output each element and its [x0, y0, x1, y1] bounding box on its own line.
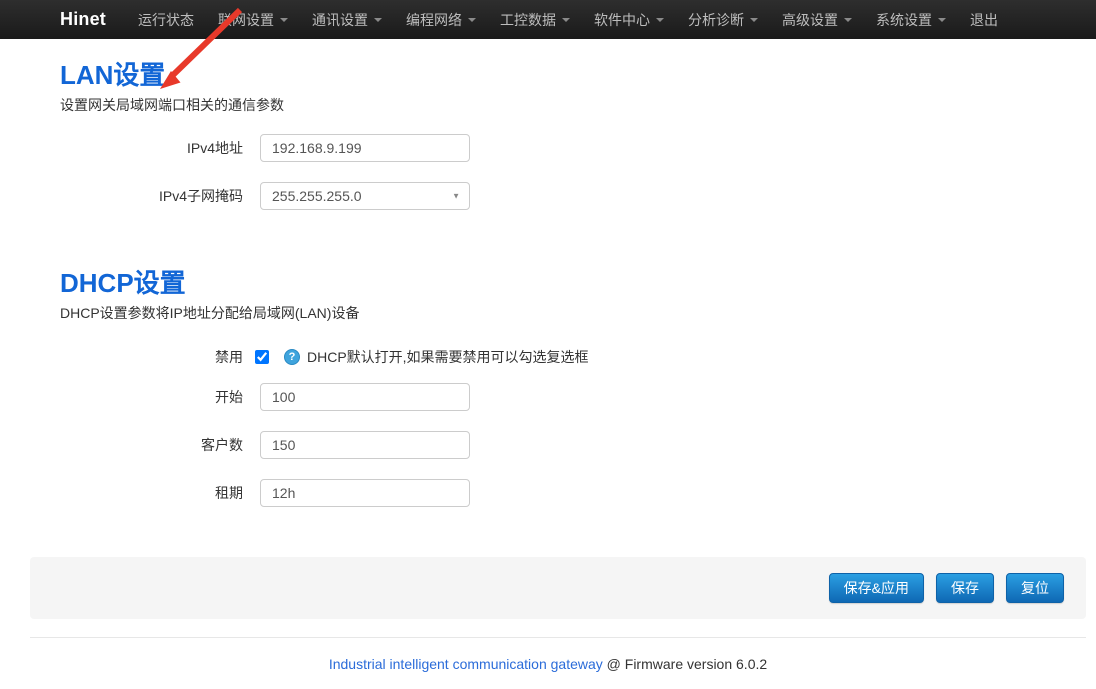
dhcp-help-text: DHCP默认打开,如果需要禁用可以勾选复选框 [307, 347, 589, 367]
dhcp-start-label: 开始 [60, 387, 243, 407]
chevron-down-icon [750, 18, 758, 22]
dhcp-disable-row: 禁用 ? DHCP默认打开,如果需要禁用可以勾选复选框 [60, 347, 1096, 367]
dhcp-limit-row: 客户数 [60, 431, 1096, 459]
nav-item-logout[interactable]: 退出 [958, 0, 1010, 39]
nav-item-label: 系统设置 [876, 10, 932, 30]
nav-item-label: 高级设置 [782, 10, 838, 30]
nav-item-label: 运行状态 [138, 10, 194, 30]
lan-section-title: LAN设置 [60, 62, 1096, 88]
nav-item-label: 退出 [970, 10, 998, 30]
chevron-down-icon [844, 18, 852, 22]
save-button[interactable]: 保存 [936, 573, 994, 603]
dhcp-start-input[interactable] [260, 383, 470, 411]
nav-item-system-settings[interactable]: 系统设置 [864, 0, 958, 39]
main-content: LAN设置 设置网关局域网端口相关的通信参数 IPv4地址 IPv4子网掩码 2… [0, 62, 1096, 507]
footer-gateway-link[interactable]: Industrial intelligent communication gat… [329, 656, 603, 672]
help-icon[interactable]: ? [284, 349, 300, 365]
footer-divider [30, 637, 1086, 638]
chevron-down-icon [280, 18, 288, 22]
ipv4-netmask-row: IPv4子网掩码 255.255.255.0 ▼ [60, 182, 1096, 210]
ipv4-address-label: IPv4地址 [60, 138, 243, 158]
dhcp-lease-input[interactable] [260, 479, 470, 507]
chevron-down-icon [938, 18, 946, 22]
nav-item-diagnostics[interactable]: 分析诊断 [676, 0, 770, 39]
nav-item-label: 通讯设置 [312, 10, 368, 30]
dhcp-lease-label: 租期 [60, 483, 243, 503]
footer: Industrial intelligent communication gat… [0, 656, 1096, 672]
dhcp-limit-input[interactable] [260, 431, 470, 459]
nav-item-run-status[interactable]: 运行状态 [126, 0, 206, 39]
dhcp-disable-label: 禁用 [60, 347, 243, 367]
ipv4-address-row: IPv4地址 [60, 134, 1096, 162]
ipv4-address-input[interactable] [260, 134, 470, 162]
ipv4-netmask-label: IPv4子网掩码 [60, 186, 243, 206]
dhcp-limit-label: 客户数 [60, 435, 243, 455]
nav-item-label: 工控数据 [500, 10, 556, 30]
nav-item-programming-network[interactable]: 编程网络 [394, 0, 488, 39]
nav-item-comm-settings[interactable]: 通讯设置 [300, 0, 394, 39]
ipv4-netmask-select[interactable]: 255.255.255.0 ▼ [260, 182, 470, 210]
footer-firmware-text: @ Firmware version 6.0.2 [603, 656, 767, 672]
dhcp-section-subtitle: DHCP设置参数将IP地址分配给局域网(LAN)设备 [60, 303, 1096, 323]
ipv4-netmask-value: 255.255.255.0 [272, 188, 362, 204]
chevron-down-icon [562, 18, 570, 22]
nav-item-label: 编程网络 [406, 10, 462, 30]
chevron-down-icon [468, 18, 476, 22]
nav-item-label: 联网设置 [218, 10, 274, 30]
nav-item-software-center[interactable]: 软件中心 [582, 0, 676, 39]
brand-logo[interactable]: Hinet [60, 9, 106, 30]
dhcp-disable-checkbox[interactable] [255, 350, 269, 364]
nav-item-network-settings[interactable]: 联网设置 [206, 0, 300, 39]
actions-bar: 保存&应用 保存 复位 [30, 557, 1086, 619]
dhcp-start-row: 开始 [60, 383, 1096, 411]
chevron-down-icon [656, 18, 664, 22]
dhcp-section-title: DHCP设置 [60, 270, 1096, 296]
dropdown-caret-icon: ▼ [452, 192, 460, 201]
reset-button[interactable]: 复位 [1006, 573, 1064, 603]
nav-item-label: 分析诊断 [688, 10, 744, 30]
nav-item-advanced-settings[interactable]: 高级设置 [770, 0, 864, 39]
lan-section-subtitle: 设置网关局域网端口相关的通信参数 [60, 95, 1096, 115]
dhcp-lease-row: 租期 [60, 479, 1096, 507]
nav-item-industrial-data[interactable]: 工控数据 [488, 0, 582, 39]
chevron-down-icon [374, 18, 382, 22]
nav-item-label: 软件中心 [594, 10, 650, 30]
save-apply-button[interactable]: 保存&应用 [829, 573, 924, 603]
top-navbar: Hinet 运行状态 联网设置 通讯设置 编程网络 工控数据 软件中心 分析诊断… [0, 0, 1096, 39]
